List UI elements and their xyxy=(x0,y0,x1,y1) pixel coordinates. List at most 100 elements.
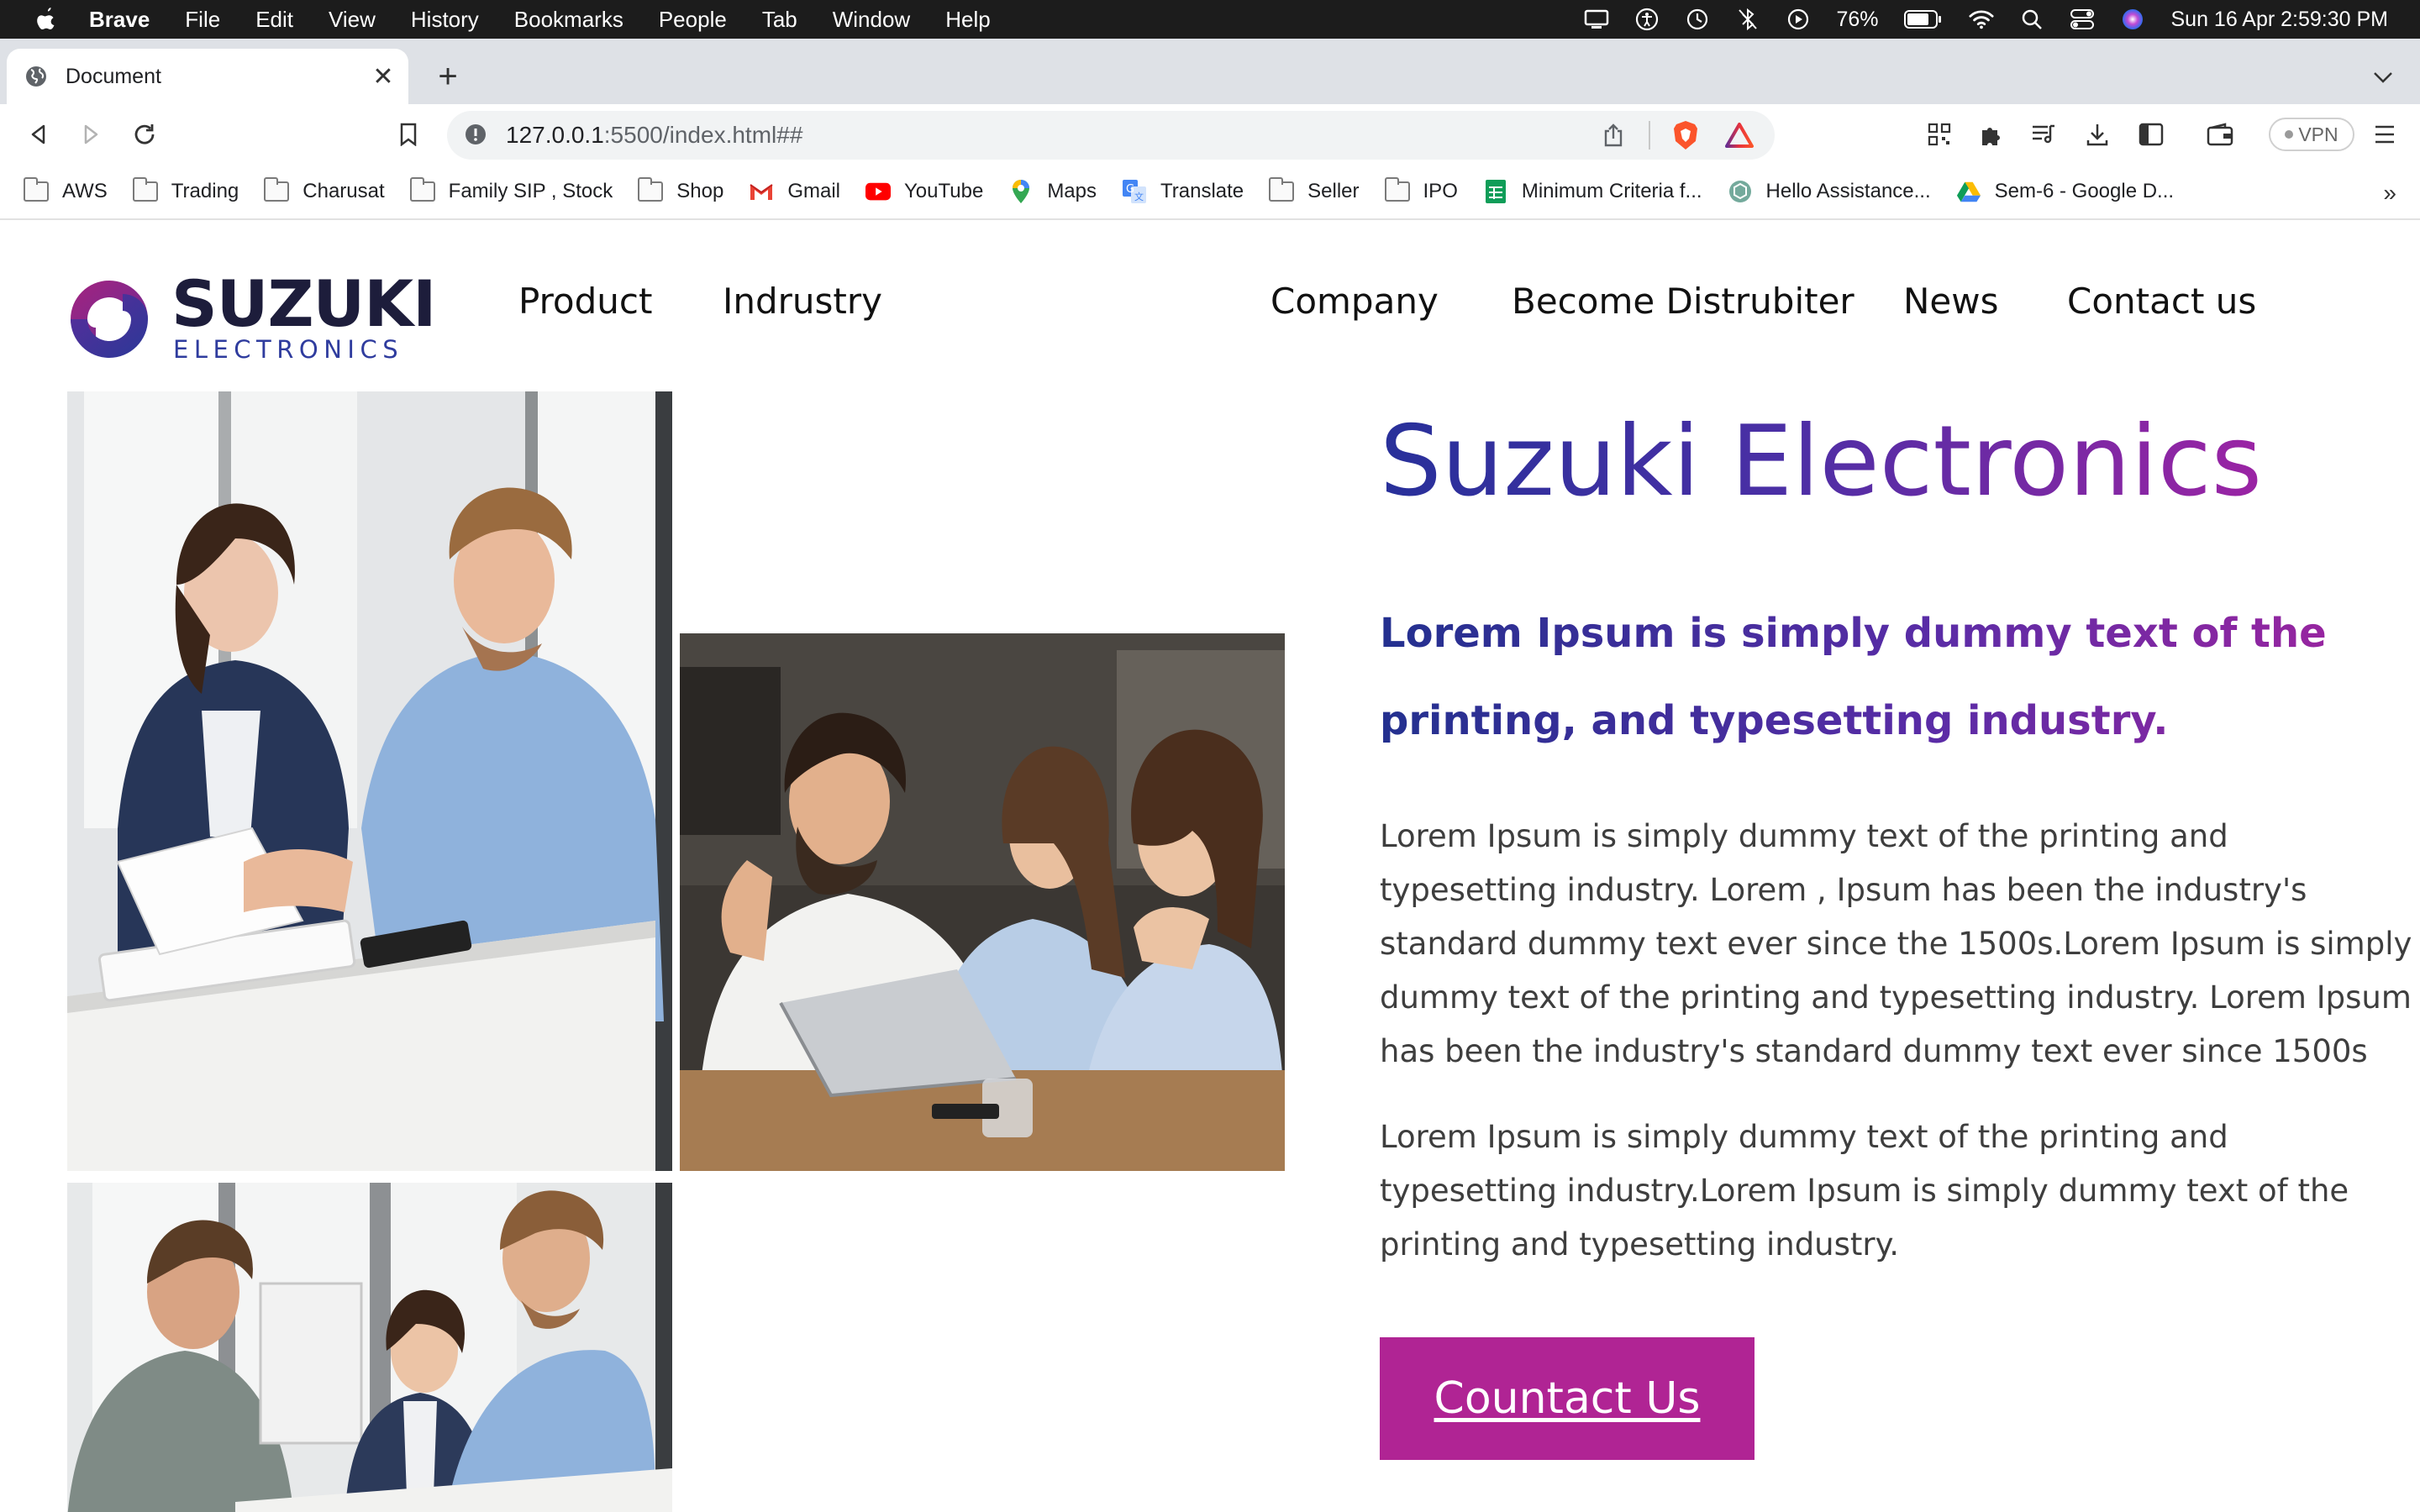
extensions-icon[interactable] xyxy=(1973,116,2010,153)
folder-icon xyxy=(132,177,158,204)
bookmark-label: Seller xyxy=(1307,180,1360,202)
folder-icon xyxy=(264,177,290,204)
bookmark-minimum-criteria[interactable]: Minimum Criteria f... xyxy=(1483,179,1702,204)
menubar-status-area: 76% Sun 16 Apr 2:59:30 PM xyxy=(1584,0,2388,39)
nav-industry[interactable]: Indrustry xyxy=(723,281,882,322)
bookmark-youtube[interactable]: YouTube xyxy=(865,179,983,204)
bookmarks-bar: AWS Trading Charusat Family SIP , Stock … xyxy=(0,165,2420,220)
office-meeting-photo xyxy=(67,391,672,1171)
download-icon[interactable] xyxy=(2079,116,2116,153)
reload-icon[interactable] xyxy=(126,116,163,153)
brave-rewards-icon[interactable] xyxy=(1721,117,1758,154)
youtube-icon xyxy=(865,179,891,204)
vpn-label: VPN xyxy=(2298,123,2338,145)
menu-bookmarks[interactable]: Bookmarks xyxy=(514,7,623,33)
share-icon[interactable] xyxy=(1595,117,1632,154)
bookmarks-overflow-icon[interactable]: » xyxy=(2383,180,2396,207)
display-icon[interactable] xyxy=(1584,7,1609,32)
time-machine-icon[interactable] xyxy=(1685,7,1710,32)
bookmark-label: Trading xyxy=(171,180,239,202)
menu-file[interactable]: File xyxy=(185,7,220,33)
bookmark-seller[interactable]: Seller xyxy=(1269,177,1360,204)
team-laptop-photo xyxy=(680,633,1285,1171)
bookmark-label: Shop xyxy=(676,180,724,202)
tab-title: Document xyxy=(66,64,161,88)
tab-close-icon[interactable]: ✕ xyxy=(366,60,400,93)
sidebar-toggle-icon[interactable] xyxy=(2133,116,2170,153)
contact-us-button[interactable]: Countact Us xyxy=(1380,1337,1754,1460)
menu-tab[interactable]: Tab xyxy=(762,7,797,33)
url-path: :5500/index.html## xyxy=(603,122,803,148)
bluetooth-off-icon[interactable] xyxy=(1735,7,1760,32)
bookmark-gmail[interactable]: Gmail xyxy=(749,179,840,204)
hero-subtitle: Lorem Ipsum is simply dummy text of the … xyxy=(1380,590,2388,764)
bookmark-hello-assistance[interactable]: Hello Assistance... xyxy=(1728,179,1931,204)
globe-icon xyxy=(24,64,49,89)
spotlight-search-icon[interactable] xyxy=(2019,7,2044,32)
wallet-icon[interactable] xyxy=(2202,116,2238,153)
now-playing-icon[interactable] xyxy=(1786,7,1811,32)
hamburger-menu-icon[interactable] xyxy=(2366,116,2403,153)
bookmark-aws[interactable]: AWS xyxy=(24,177,108,204)
bookmark-trading[interactable]: Trading xyxy=(132,177,239,204)
browser-tab-strip: Document ✕ + xyxy=(0,39,2420,104)
bookmark-family-sip[interactable]: Family SIP , Stock xyxy=(409,177,613,204)
nav-product[interactable]: Product xyxy=(518,281,652,322)
site-info-icon[interactable] xyxy=(464,123,489,148)
accessibility-icon[interactable] xyxy=(1634,7,1660,32)
team-office-photo xyxy=(67,1183,672,1512)
bookmark-ipo[interactable]: IPO xyxy=(1384,177,1458,204)
folder-icon xyxy=(638,177,664,204)
svg-text:文: 文 xyxy=(1134,191,1144,202)
nav-news[interactable]: News xyxy=(1903,281,1999,322)
nav-contact-us[interactable]: Contact us xyxy=(2067,281,2256,322)
menu-edit[interactable]: Edit xyxy=(255,7,293,33)
gmail-icon xyxy=(749,179,774,204)
bookmark-maps[interactable]: Maps xyxy=(1008,179,1097,204)
address-bar[interactable]: 127.0.0.1:5500/index.html## xyxy=(447,111,1775,160)
new-tab-icon[interactable]: + xyxy=(429,57,467,96)
vpn-status-icon xyxy=(2285,130,2294,139)
menu-people[interactable]: People xyxy=(659,7,727,33)
wifi-icon[interactable] xyxy=(1969,7,1995,32)
playlist-icon[interactable] xyxy=(2025,116,2062,153)
nav-become-distributor[interactable]: Become Distrubiter xyxy=(1512,281,1854,322)
browser-tab-document[interactable]: Document ✕ xyxy=(7,49,408,104)
menu-app-name[interactable]: Brave xyxy=(89,7,150,33)
url-text[interactable]: 127.0.0.1:5500/index.html## xyxy=(506,122,1595,149)
bookmark-label: Sem-6 - Google D... xyxy=(1994,180,2175,202)
apple-icon[interactable] xyxy=(32,5,60,34)
vpn-button[interactable]: VPN xyxy=(2269,118,2354,151)
omnibox-divider xyxy=(1649,121,1650,150)
bookmark-charusat[interactable]: Charusat xyxy=(264,177,385,204)
back-icon[interactable] xyxy=(20,116,57,153)
bookmark-shop[interactable]: Shop xyxy=(638,177,724,204)
bookmark-label: Translate xyxy=(1160,180,1244,202)
sheets-icon xyxy=(1483,179,1508,204)
qr-code-icon[interactable] xyxy=(1921,116,1958,153)
control-center-icon[interactable] xyxy=(2070,7,2095,32)
folder-icon xyxy=(1269,177,1295,204)
url-host: 127.0.0.1 xyxy=(506,122,604,148)
suzuki-logo[interactable]: SUZUKI ELECTRONICS xyxy=(67,272,436,365)
chevron-down-icon[interactable] xyxy=(2366,60,2400,94)
menu-help[interactable]: Help xyxy=(945,7,990,33)
browser-toolbar: 127.0.0.1:5500/index.html## VPN xyxy=(0,104,2420,165)
bookmark-label: YouTube xyxy=(904,180,984,202)
brave-shields-icon[interactable] xyxy=(1667,117,1704,154)
menu-view[interactable]: View xyxy=(329,7,376,33)
drive-icon xyxy=(1956,179,1981,204)
forward-icon[interactable] xyxy=(72,116,109,153)
bookmark-label: Minimum Criteria f... xyxy=(1521,180,1702,202)
bookmark-icon[interactable] xyxy=(390,116,427,153)
bookmark-translate[interactable]: G 文 Translate xyxy=(1122,179,1244,204)
folder-icon xyxy=(24,177,49,204)
folder-icon xyxy=(1384,177,1410,204)
menubar-clock[interactable]: Sun 16 Apr 2:59:30 PM xyxy=(2170,8,2388,32)
nav-company[interactable]: Company xyxy=(1270,281,1439,322)
battery-icon[interactable] xyxy=(1903,7,1944,32)
siri-icon[interactable] xyxy=(2120,7,2145,32)
menu-window[interactable]: Window xyxy=(833,7,910,33)
bookmark-sem6-drive[interactable]: Sem-6 - Google D... xyxy=(1956,179,2174,204)
menu-history[interactable]: History xyxy=(411,7,479,33)
